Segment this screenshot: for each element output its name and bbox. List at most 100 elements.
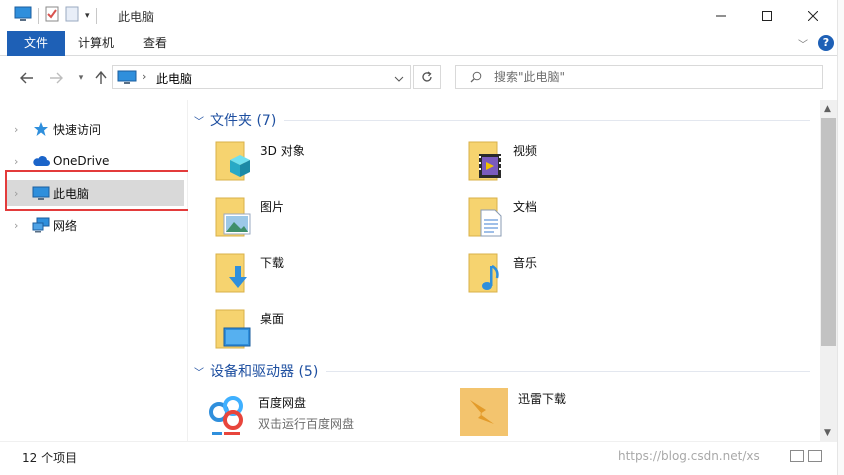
nav-item-this-pc[interactable]: › 此电脑 <box>6 180 184 206</box>
folder-item-downloads[interactable]: 下载 <box>214 252 454 302</box>
navigation-pane: › 快速访问 › OneDrive › 此电脑 › 网络 <box>0 100 188 441</box>
videos-folder-icon <box>467 140 505 184</box>
group-title: 设备和驱动器 (5) <box>210 364 319 380</box>
baidu-netdisk-icon <box>206 392 248 441</box>
desktop-folder-icon <box>214 308 252 352</box>
3d-objects-folder-icon <box>214 140 252 184</box>
downloads-folder-icon <box>214 252 252 296</box>
address-dropdown-button[interactable] <box>394 72 404 86</box>
nav-item-network[interactable]: › 网络 <box>6 212 184 238</box>
tab-computer[interactable]: 计算机 <box>70 31 122 56</box>
watermark-text: https://blog.csdn.net/xs <box>618 449 760 463</box>
view-toggle-group <box>790 450 822 462</box>
toolbar-separator <box>38 7 39 24</box>
folders-group-header[interactable]: ﹀ 文件夹 (7) <box>194 110 810 130</box>
new-folder-icon[interactable] <box>65 6 79 25</box>
computer-icon <box>14 6 32 25</box>
ribbon-right-controls: ﹀ ? <box>798 35 834 51</box>
expand-chevron-icon[interactable]: › <box>14 123 28 136</box>
group-divider <box>284 119 810 121</box>
search-icon <box>470 71 482 86</box>
computer-icon <box>32 184 50 202</box>
content-pane: ﹀ 文件夹 (7) 3D 对象 视频 图片 文档 下载 音乐 桌面 ﹀ 设备和驱… <box>188 100 820 441</box>
window-title: 此电脑 <box>118 10 155 24</box>
cloud-icon <box>32 152 50 170</box>
folder-label: 图片 <box>260 200 285 214</box>
back-button[interactable] <box>18 69 36 87</box>
tab-view[interactable]: 查看 <box>132 31 178 56</box>
folder-item-3d-objects[interactable]: 3D 对象 <box>214 140 454 190</box>
folder-item-documents[interactable]: 文档 <box>467 196 707 246</box>
recent-locations-button[interactable]: ▾ <box>72 69 90 87</box>
nav-item-label: OneDrive <box>53 154 110 168</box>
folder-item-music[interactable]: 音乐 <box>467 252 707 302</box>
device-item-xunlei-download[interactable]: 迅雷下载 <box>460 388 700 436</box>
documents-folder-icon <box>467 196 505 240</box>
address-bar[interactable]: › 此电脑 <box>112 65 411 89</box>
folder-label: 文档 <box>513 200 538 214</box>
title-bar: ▾ 此电脑 <box>0 0 844 31</box>
toolbar-separator <box>95 7 97 24</box>
vertical-scrollbar[interactable]: ▲ ▼ <box>820 100 837 441</box>
network-icon <box>32 216 50 234</box>
nav-item-quick-access[interactable]: › 快速访问 <box>6 116 184 142</box>
folder-label: 下载 <box>260 256 285 270</box>
search-box[interactable] <box>455 65 823 89</box>
nav-item-label: 此电脑 <box>53 186 90 201</box>
computer-icon <box>117 70 137 88</box>
music-folder-icon <box>467 252 505 296</box>
scroll-down-arrow-icon[interactable]: ▼ <box>824 428 831 438</box>
customize-toolbar-icon[interactable]: ▾ <box>85 11 90 21</box>
address-path[interactable]: 此电脑 <box>156 70 192 87</box>
folder-label: 视频 <box>513 144 538 158</box>
group-divider <box>326 370 810 372</box>
ribbon-tab-bar: 文件 计算机 查看 ﹀ ? <box>0 31 844 56</box>
folder-label: 3D 对象 <box>260 144 305 158</box>
device-item-baidu-netdisk[interactable]: 百度网盘 双击运行百度网盘 <box>206 392 446 440</box>
item-count: 12 个项目 <box>22 451 78 465</box>
device-label: 迅雷下载 <box>518 392 567 406</box>
minimize-button[interactable] <box>698 0 744 31</box>
folder-item-videos[interactable]: 视频 <box>467 140 707 190</box>
tab-file[interactable]: 文件 <box>7 31 65 56</box>
maximize-button[interactable] <box>744 0 790 31</box>
scroll-up-arrow-icon[interactable]: ▲ <box>824 104 831 114</box>
device-text: 迅雷下载 <box>518 390 566 407</box>
search-input[interactable] <box>494 68 814 86</box>
folder-item-pictures[interactable]: 图片 <box>214 196 454 246</box>
group-title: 文件夹 (7) <box>210 113 277 129</box>
folder-label: 桌面 <box>260 312 285 326</box>
large-icons-view-icon[interactable] <box>808 450 822 462</box>
folder-item-desktop[interactable]: 桌面 <box>214 308 454 358</box>
address-toolbar: ▾ › 此电脑 <box>0 56 844 100</box>
expand-chevron-icon[interactable]: › <box>14 219 28 232</box>
help-icon[interactable]: ? <box>818 35 834 51</box>
collapse-chevron-icon[interactable]: ﹀ <box>194 113 204 128</box>
nav-item-label: 网络 <box>53 218 78 233</box>
device-label: 百度网盘 <box>258 396 307 410</box>
quick-access-toolbar: ▾ <box>14 6 97 25</box>
expand-chevron-icon[interactable]: › <box>14 155 28 168</box>
nav-item-onedrive[interactable]: › OneDrive <box>6 148 184 174</box>
nav-item-label: 快速访问 <box>53 122 102 137</box>
close-button[interactable] <box>790 0 836 31</box>
properties-icon[interactable] <box>45 6 59 25</box>
xunlei-download-icon <box>460 388 508 439</box>
chevron-down-icon: ▾ <box>78 73 84 83</box>
devices-group-header[interactable]: ﹀ 设备和驱动器 (5) <box>194 361 810 381</box>
folder-label: 音乐 <box>513 256 538 270</box>
breadcrumb-chevron-icon[interactable]: › <box>142 70 146 83</box>
forward-button[interactable] <box>47 69 65 87</box>
details-view-icon[interactable] <box>790 450 804 462</box>
scrollbar-thumb[interactable] <box>821 118 836 346</box>
expand-ribbon-icon[interactable]: ﹀ <box>798 36 808 51</box>
device-sublabel: 双击运行百度网盘 <box>258 417 355 431</box>
window-edge <box>837 0 844 475</box>
expand-chevron-icon[interactable]: › <box>14 187 28 200</box>
status-bar: 12 个项目 https://blog.csdn.net/xs <box>0 441 844 475</box>
collapse-chevron-icon[interactable]: ﹀ <box>194 364 204 379</box>
refresh-button[interactable] <box>413 65 441 89</box>
pictures-folder-icon <box>214 196 252 240</box>
star-icon <box>32 120 50 138</box>
up-button[interactable] <box>92 69 110 87</box>
